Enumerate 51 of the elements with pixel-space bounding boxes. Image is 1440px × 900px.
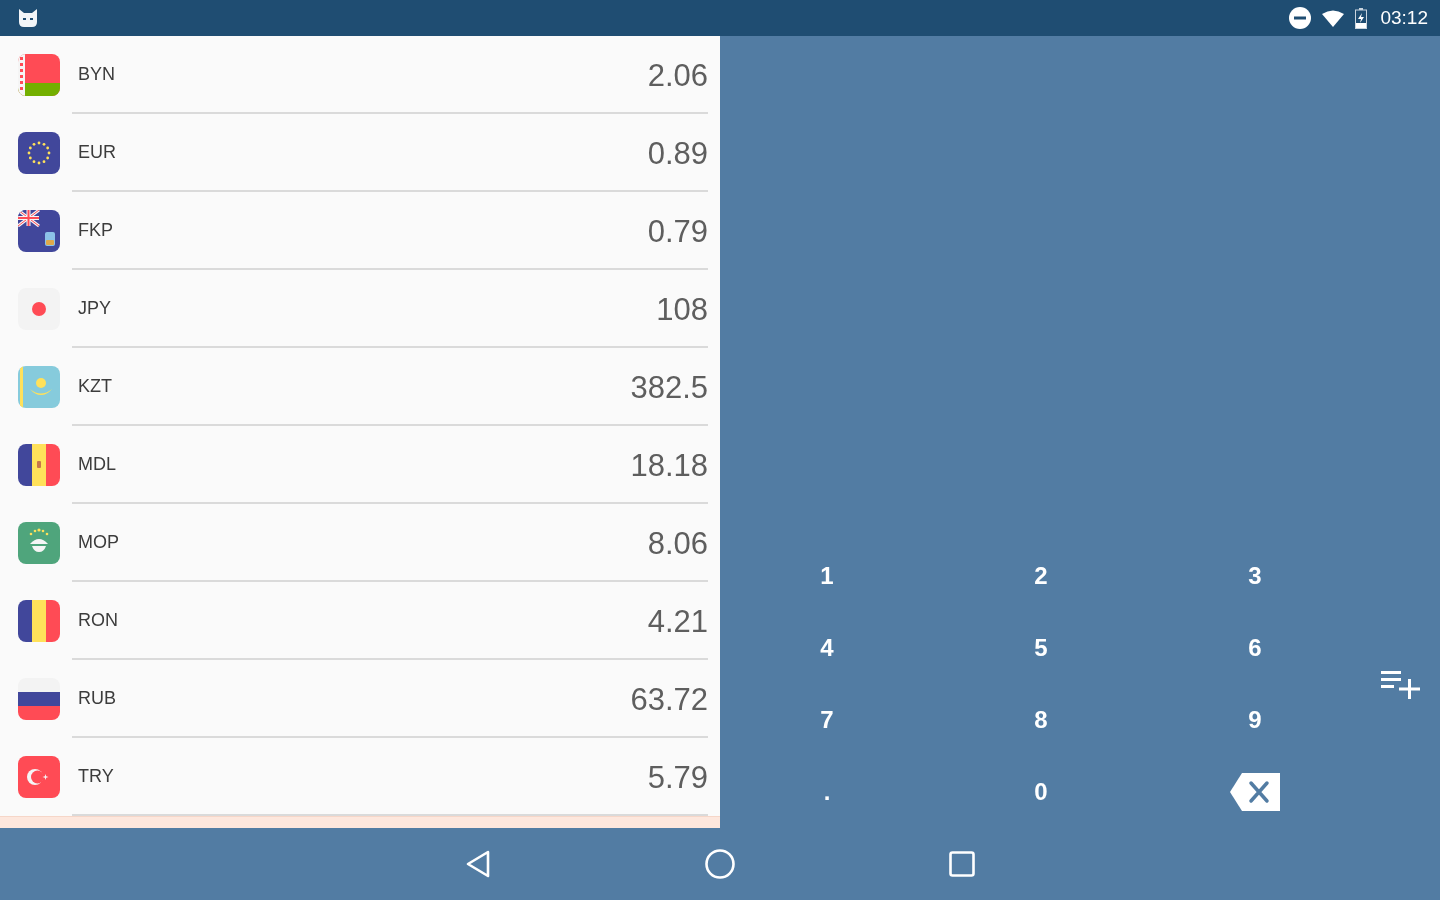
- currency-amount[interactable]: 0.89: [647, 132, 708, 172]
- currency-code: TRY: [78, 765, 114, 787]
- flag-icon: [18, 678, 60, 720]
- currency-code: MDL: [78, 453, 116, 475]
- flag-icon: [18, 600, 60, 642]
- currency-amount[interactable]: 8.06: [647, 522, 708, 562]
- cat-face-icon: [18, 9, 38, 27]
- keypad-key[interactable]: 7: [797, 695, 857, 745]
- keypad-key[interactable]: 4: [797, 623, 857, 673]
- flag-icon: [18, 522, 60, 564]
- currency-code: KZT: [78, 375, 112, 397]
- currency-amount[interactable]: 2.06: [647, 54, 708, 94]
- flag-icon: [18, 210, 60, 252]
- flag-icon: [18, 366, 60, 408]
- currency-code: RUB: [78, 687, 116, 709]
- back-icon[interactable]: [465, 850, 491, 878]
- keypad-key[interactable]: 9: [1225, 695, 1285, 745]
- currency-amount[interactable]: 18.18: [630, 444, 708, 484]
- currency-amount[interactable]: 63.72: [630, 678, 708, 718]
- keypad-key[interactable]: 5: [1011, 623, 1071, 673]
- currency-amount[interactable]: 382.5: [630, 366, 708, 406]
- currency-amount[interactable]: 0.79: [647, 210, 708, 250]
- keypad-key[interactable]: 0: [1011, 767, 1071, 817]
- status-time: 03:12: [1380, 7, 1428, 29]
- currency-code: EUR: [78, 141, 116, 163]
- currency-code: BYN: [78, 63, 115, 85]
- currency-code: MOP: [78, 531, 119, 553]
- currency-amount[interactable]: 5.79: [647, 756, 708, 796]
- currency-amount[interactable]: 4.21: [647, 600, 708, 640]
- flag-icon: [18, 288, 60, 330]
- wifi-icon: [1322, 9, 1345, 27]
- keypad-key[interactable]: 2: [1011, 551, 1071, 601]
- currency-code: RON: [78, 609, 118, 631]
- home-icon[interactable]: [705, 849, 735, 879]
- currency-code: FKP: [78, 219, 113, 241]
- keypad-key[interactable]: 6: [1225, 623, 1285, 673]
- flag-icon: [18, 54, 60, 96]
- keypad-key[interactable]: 8: [1011, 695, 1071, 745]
- flag-icon: [18, 756, 60, 798]
- keypad-key[interactable]: 3: [1225, 551, 1285, 601]
- flag-icon: [18, 444, 60, 486]
- keypad-key[interactable]: 1: [797, 551, 857, 601]
- currency-code: JPY: [78, 297, 111, 319]
- flag-icon: [18, 132, 60, 174]
- do-not-disturb-icon: [1289, 7, 1312, 29]
- backspace-icon[interactable]: [1230, 773, 1280, 811]
- keypad-key[interactable]: .: [797, 767, 857, 817]
- recents-icon[interactable]: [949, 851, 975, 877]
- currency-amount[interactable]: 108: [656, 288, 708, 328]
- battery-icon: [1355, 7, 1368, 29]
- list-add-icon[interactable]: [1381, 669, 1421, 699]
